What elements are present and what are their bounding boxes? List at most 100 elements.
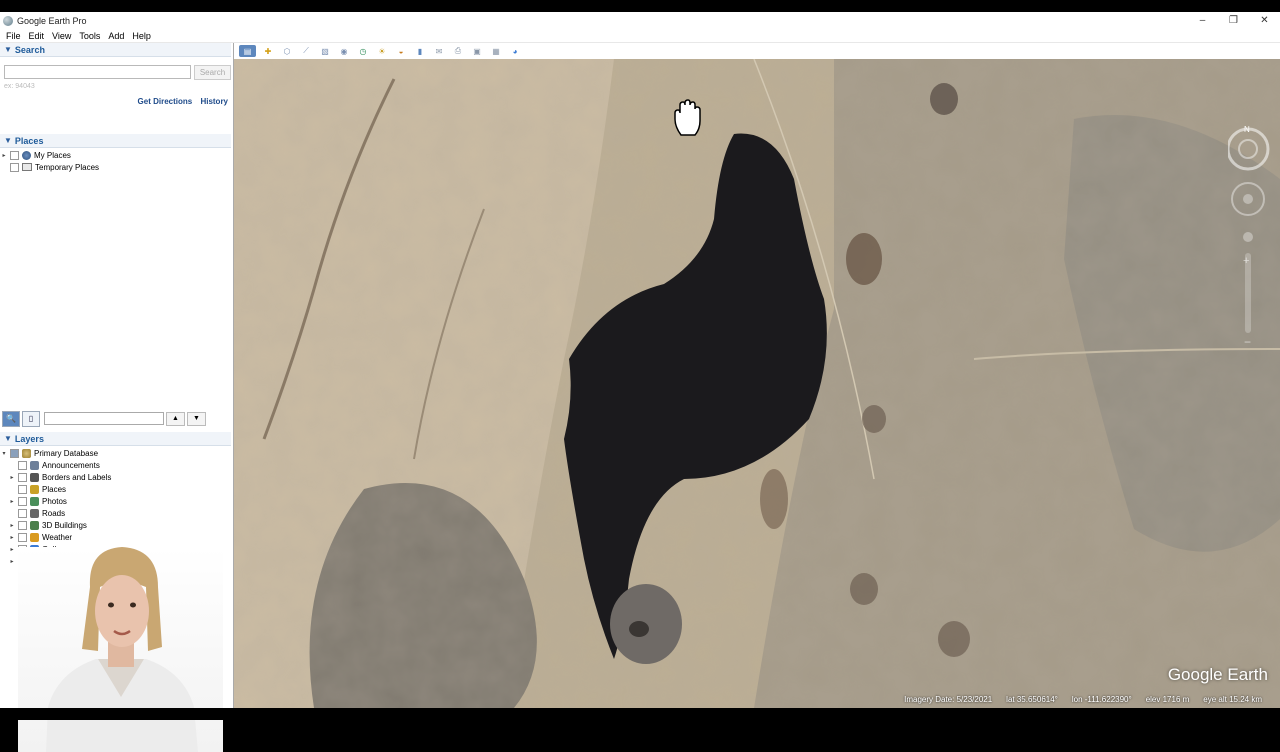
collapse-triangle-icon[interactable]: ▼	[4, 434, 12, 443]
checkbox[interactable]	[10, 448, 19, 458]
sidebar-toggle-icon[interactable]: ▯	[22, 410, 40, 427]
print-icon[interactable]: ⎙	[451, 45, 465, 57]
search-links: Get Directions History	[132, 97, 228, 106]
expand-icon[interactable]: ▸	[0, 152, 8, 159]
layer-announcements[interactable]: Announcements	[0, 459, 111, 471]
add-placemark-icon[interactable]: ✚	[261, 45, 275, 57]
layer-primary-database[interactable]: ▾ Primary Database	[0, 447, 111, 459]
item-label: 3D Buildings	[42, 520, 87, 530]
layer-weather[interactable]: ▸ Weather	[0, 531, 111, 543]
menu-edit[interactable]: Edit	[29, 31, 45, 41]
checkbox[interactable]	[18, 460, 27, 470]
minimize-button[interactable]: –	[1187, 12, 1218, 29]
places-item-temporary[interactable]: Temporary Places	[0, 161, 99, 173]
navigation-controls: N + −	[1226, 121, 1272, 354]
restore-button[interactable]: ❐	[1218, 12, 1249, 29]
checkbox[interactable]	[18, 496, 27, 506]
search-input[interactable]	[4, 65, 191, 79]
layer-3d-buildings[interactable]: ▸ 3D Buildings	[0, 519, 111, 531]
planets-icon[interactable]: ◒	[394, 45, 408, 57]
layer-places[interactable]: Places	[0, 483, 111, 495]
menu-bar: File Edit View Tools Add Help	[0, 29, 1280, 43]
google-earth-logo: Google Earth	[1167, 665, 1268, 684]
item-label: Roads	[42, 508, 66, 518]
expand-icon[interactable]: ▸	[8, 558, 16, 565]
expand-icon[interactable]: ▸	[8, 522, 16, 529]
get-directions-link[interactable]: Get Directions	[138, 97, 193, 106]
menu-add[interactable]: Add	[108, 31, 124, 41]
window-controls: – ❐ ✕	[1187, 12, 1280, 29]
earth-gallery-icon[interactable]: ◕	[508, 45, 522, 57]
zoom-in-icon[interactable]: +	[1243, 255, 1249, 267]
search-hint: ex: 94043	[4, 83, 35, 90]
top-letterbox	[0, 0, 1280, 12]
buildings-icon	[30, 520, 39, 530]
checkbox[interactable]	[18, 520, 27, 530]
expand-icon[interactable]: ▸	[8, 546, 16, 553]
add-overlay-icon[interactable]: ▧	[318, 45, 332, 57]
hide-sidebar-icon[interactable]: ▤	[239, 45, 256, 57]
collapse-triangle-icon[interactable]: ▼	[4, 136, 12, 145]
historical-imagery-icon[interactable]: ◷	[356, 45, 370, 57]
zoom-out-icon[interactable]: −	[1244, 335, 1251, 349]
arrow-down-icon[interactable]: ▼	[187, 411, 206, 426]
menu-file[interactable]: File	[6, 31, 21, 41]
search-panel-header[interactable]: ▼ Search	[0, 43, 231, 57]
item-label: Places	[42, 484, 67, 494]
close-button[interactable]: ✕	[1249, 12, 1280, 29]
places-panel-header[interactable]: ▼ Places	[0, 134, 231, 148]
flag-icon	[30, 472, 39, 482]
add-path-icon[interactable]: ⟋	[299, 45, 313, 57]
email-icon[interactable]: ✉	[432, 45, 446, 57]
search-button[interactable]: Search	[194, 65, 231, 80]
places-filter-input[interactable]	[44, 412, 164, 425]
add-polygon-icon[interactable]: ⬡	[280, 45, 294, 57]
checkbox[interactable]	[18, 532, 27, 542]
menu-tools[interactable]: Tools	[79, 31, 100, 41]
checkbox[interactable]	[18, 472, 27, 482]
places-toolbar: 🔍 ▯ ▲ ▼	[0, 410, 231, 427]
expand-icon[interactable]: ▸	[8, 498, 16, 505]
checkbox[interactable]	[18, 508, 27, 518]
expand-icon[interactable]: ▾	[0, 450, 8, 457]
collapse-triangle-icon[interactable]: ▼	[4, 45, 12, 54]
layer-photos[interactable]: ▸ Photos	[0, 495, 111, 507]
move-center-icon[interactable]	[1243, 194, 1253, 204]
checkbox[interactable]	[10, 162, 19, 172]
photo-icon	[30, 496, 39, 506]
layers-header-label: Layers	[14, 433, 44, 444]
places-icon	[30, 484, 39, 494]
globe-icon	[22, 150, 31, 160]
look-joystick-icon[interactable]	[1238, 139, 1258, 159]
road-icon	[30, 508, 39, 518]
longitude-readout: lon -111.622390°	[1071, 694, 1132, 704]
history-link[interactable]: History	[200, 97, 228, 106]
places-tree: ▸ My Places Temporary Places	[0, 149, 99, 173]
checkbox[interactable]	[18, 484, 27, 494]
expand-icon[interactable]: ▸	[8, 474, 16, 481]
checkbox[interactable]	[10, 150, 19, 160]
bottom-letterbox	[0, 708, 1280, 720]
record-tour-icon[interactable]: ◉	[337, 45, 351, 57]
ruler-icon[interactable]: ▮	[413, 45, 427, 57]
search-places-icon[interactable]: 🔍	[2, 410, 20, 427]
layer-roads[interactable]: Roads	[0, 507, 111, 519]
google-maps-icon[interactable]: ▦	[489, 45, 503, 57]
database-icon	[22, 448, 31, 458]
item-label: Primary Database	[34, 448, 99, 458]
sunlight-icon[interactable]: ☀	[375, 45, 389, 57]
map-view[interactable]: N + −	[234, 59, 1280, 708]
layers-panel-header[interactable]: ▼ Layers	[0, 432, 231, 446]
menu-view[interactable]: View	[52, 31, 71, 41]
expand-icon[interactable]: ▸	[8, 534, 16, 541]
item-label: Announcements	[42, 460, 100, 470]
save-image-icon[interactable]: ▣	[470, 45, 484, 57]
webcam-overlay	[18, 547, 223, 752]
layer-borders-and-labels[interactable]: ▸ Borders and Labels	[0, 471, 111, 483]
menu-help[interactable]: Help	[132, 31, 151, 41]
announcement-icon	[30, 460, 39, 470]
compass-ring-icon[interactable]	[1226, 127, 1270, 171]
places-item-my-places[interactable]: ▸ My Places	[0, 149, 99, 161]
person-icon[interactable]	[1243, 232, 1253, 242]
arrow-up-icon[interactable]: ▲	[166, 411, 185, 426]
